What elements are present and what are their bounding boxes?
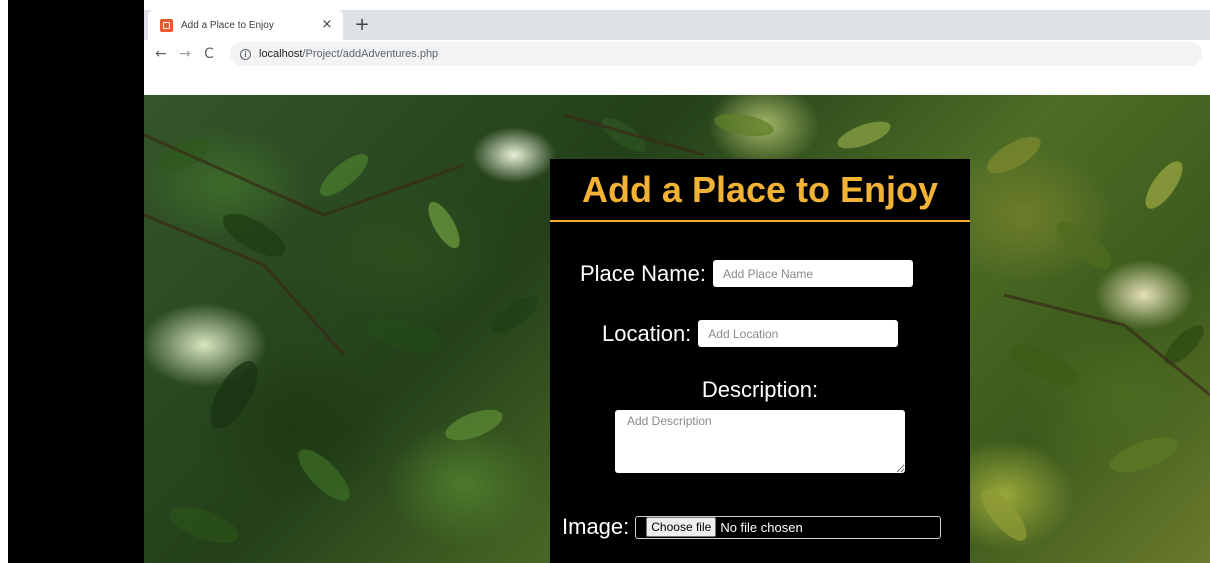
place-name-input[interactable]: [712, 260, 913, 287]
form-title: Add a Place to Enjoy: [581, 169, 939, 210]
image-label: Image:: [562, 514, 630, 539]
url-host: localhost: [259, 48, 303, 60]
description-textarea[interactable]: [615, 410, 905, 473]
location-label: Location:: [602, 320, 692, 346]
browser-toolbar: ← → C i localhost/Project/addAdventures.…: [144, 40, 1210, 68]
place-name-label: Place Name:: [580, 260, 706, 286]
screen: Add a Place to Enjoy × + ← → C i localho…: [0, 0, 1210, 563]
url-text: localhost/Project/addAdventures.php: [259, 48, 438, 60]
title-divider: [550, 220, 970, 222]
back-arrow-icon[interactable]: ←: [150, 43, 172, 65]
tab-strip: Add a Place to Enjoy × +: [144, 10, 1210, 40]
page-viewport: Add a Place to Enjoy Place Name: Locatio…: [144, 95, 1210, 563]
forward-arrow-icon[interactable]: →: [174, 43, 196, 65]
description-label: Description:: [701, 377, 819, 402]
place-name-row: Place Name:: [580, 260, 913, 287]
address-bar[interactable]: i localhost/Project/addAdventures.php: [230, 42, 1202, 66]
image-row: Image: Choose file No file chosen: [562, 514, 942, 540]
image-file-input[interactable]: Choose file No file chosen: [635, 515, 942, 539]
left-black-bar: [8, 0, 144, 563]
info-icon[interactable]: i: [240, 48, 251, 60]
tab-add-place[interactable]: Add a Place to Enjoy ×: [148, 10, 343, 40]
favicon-icon: [160, 18, 173, 32]
choose-file-button[interactable]: Choose file: [646, 517, 717, 537]
browser-chrome: Add a Place to Enjoy × + ← → C i localho…: [144, 0, 1210, 95]
location-input[interactable]: [698, 320, 899, 347]
url-path: /Project/addAdventures.php: [302, 48, 439, 60]
file-status-text: No file chosen: [720, 519, 803, 535]
close-tab-icon[interactable]: ×: [319, 17, 335, 33]
location-row: Location:: [602, 320, 899, 347]
reload-icon[interactable]: C: [198, 43, 220, 65]
add-place-form: Add a Place to Enjoy Place Name: Locatio…: [550, 159, 970, 563]
new-tab-button[interactable]: +: [351, 14, 373, 36]
tab-title: Add a Place to Enjoy: [181, 19, 274, 31]
